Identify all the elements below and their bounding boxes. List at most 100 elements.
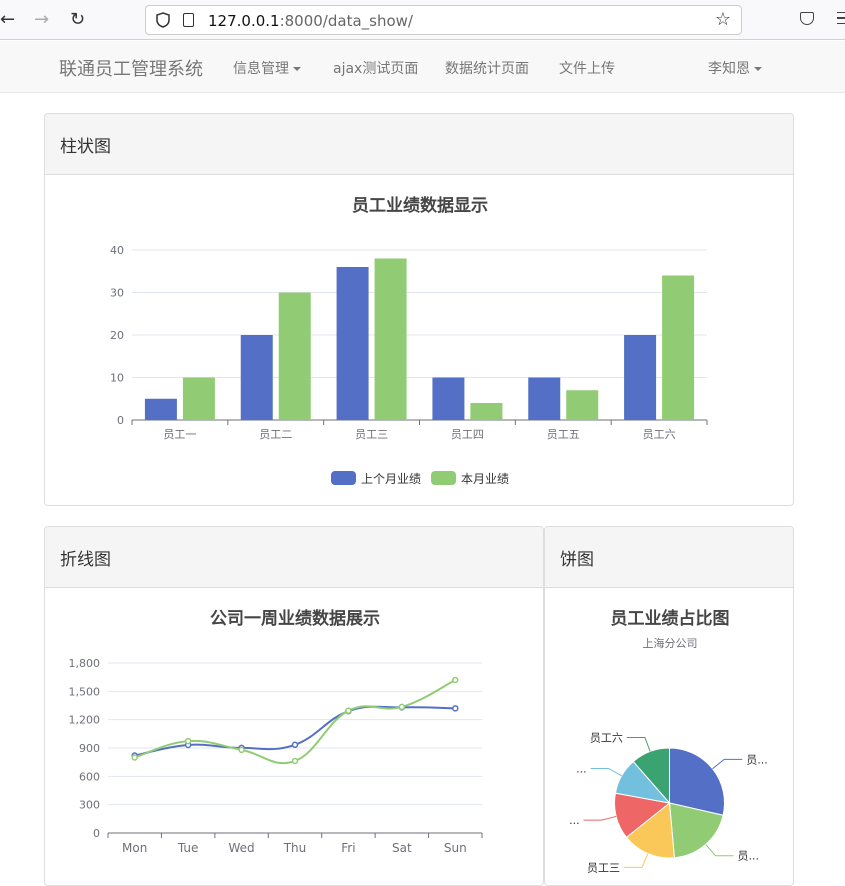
- legend-swatch: [331, 471, 356, 485]
- url-host: 127.0.0.1: [208, 12, 280, 30]
- forward-icon[interactable]: →: [34, 10, 49, 30]
- brand[interactable]: 联通员工管理系统: [59, 55, 203, 81]
- pie-panel-body: 员工业绩占比图 上海分公司 员... 员... 员工三...... 员工六: [545, 588, 793, 885]
- y-tick-label: 300: [79, 799, 100, 812]
- bar-panel-body: 员工业绩数据显示 0 10 20 30 40 员工一 员工二 员工三 员工四 员工五 员工六上个月业绩…: [45, 175, 793, 505]
- data-point: [398, 703, 406, 711]
- label-line: [590, 767, 622, 777]
- x-tick-label: 员工五: [547, 428, 580, 441]
- user-name: 李知恩: [708, 61, 750, 77]
- data-point: [131, 754, 138, 761]
- bar: [336, 267, 369, 420]
- browser-toolbar: ← → ↻ 127.0.0.1:8000/data_show/ ☆: [0, 0, 845, 40]
- slice-label: 员...: [746, 753, 768, 766]
- x-tick-label: 员工二: [259, 428, 292, 441]
- line-chart-panel: 折线图 公司一周业绩数据展示 0 300 600 900 1,200 1,500 1,800 M…: [44, 526, 544, 886]
- x-tick-label: Mon: [122, 841, 147, 855]
- pie-chart: 员工业绩占比图上海分公司员... 员... 员工三...... 员工六: [569, 608, 768, 874]
- y-tick-label: 600: [79, 770, 100, 783]
- slice-label: 员工六: [590, 731, 623, 744]
- caret-down-icon: [293, 67, 301, 71]
- bar: [470, 403, 503, 420]
- line-chart: 公司一周业绩数据展示 0 300 600 900 1,200 1,500 1,800 Mon Tu…: [69, 608, 483, 855]
- x-tick-label: 员工一: [163, 428, 196, 441]
- x-tick-label: Sun: [444, 841, 467, 855]
- data-point: [452, 676, 459, 684]
- data-point: [345, 707, 352, 714]
- reload-icon[interactable]: ↻: [70, 10, 85, 30]
- bar: [528, 377, 561, 420]
- label-line: [583, 815, 617, 821]
- label-line: [626, 736, 651, 752]
- bar: [144, 398, 177, 420]
- caret-down-icon: [754, 67, 762, 71]
- bar: [566, 390, 599, 420]
- data-point: [238, 746, 245, 754]
- y-tick-label: 20: [110, 329, 124, 342]
- bar: [240, 335, 273, 420]
- series-line: [134, 679, 456, 765]
- nav-info-management-label: 信息管理: [233, 61, 289, 77]
- slice-label: 员工三: [587, 861, 620, 874]
- x-tick-label: 员工四: [451, 428, 484, 441]
- pie-panel-heading: 饼图: [545, 527, 793, 588]
- bar: [662, 275, 695, 420]
- navbar: 联通员工管理系统 信息管理 ajax测试页面 数据统计页面 文件上传 李知恩: [0, 41, 845, 93]
- x-tick-label: Sat: [392, 841, 412, 855]
- url-text[interactable]: 127.0.0.1:8000/data_show/: [208, 12, 413, 30]
- bar-panel-heading: 柱状图: [45, 114, 793, 175]
- y-tick-label: 1,200: [69, 714, 101, 727]
- legend-label: 上个月业绩: [361, 472, 421, 486]
- x-tick-label: 员工三: [355, 428, 388, 441]
- menu-icon[interactable]: [837, 12, 845, 24]
- data-point: [291, 757, 299, 765]
- bar: [432, 377, 465, 420]
- y-tick-label: 30: [110, 287, 124, 300]
- label-line: [712, 758, 743, 770]
- label-line: [623, 853, 649, 868]
- url-path: :8000/data_show/: [279, 12, 413, 30]
- slice-label: ...: [576, 762, 587, 775]
- y-tick-label: 900: [79, 742, 100, 755]
- chart-title: 员工业绩数据显示: [352, 195, 488, 216]
- pocket-icon[interactable]: [800, 12, 814, 25]
- x-tick-label: 员工六: [643, 428, 676, 441]
- chart-title: 员工业绩占比图: [611, 608, 730, 629]
- shield-icon[interactable]: [156, 12, 170, 28]
- line-panel-heading: 折线图: [45, 527, 543, 588]
- data-point: [291, 741, 299, 749]
- x-tick-label: Wed: [228, 841, 254, 855]
- y-tick-label: 0: [117, 414, 124, 427]
- nav-file-upload[interactable]: 文件上传: [559, 58, 615, 78]
- y-tick-label: 40: [110, 244, 124, 257]
- y-tick-label: 1,500: [69, 685, 101, 698]
- x-tick-label: Fri: [341, 841, 355, 855]
- nav-user-menu[interactable]: 李知恩: [708, 58, 762, 78]
- bar-chart-panel: 柱状图 员工业绩数据显示 0 10 20 30 40 员工一 员工二 员工三 员工四 员工五 员工六上…: [44, 113, 794, 506]
- line-panel-body: 公司一周业绩数据展示 0 300 600 900 1,200 1,500 1,800 Mon Tu…: [45, 588, 543, 885]
- y-tick-label: 0: [93, 827, 100, 840]
- nav-info-management[interactable]: 信息管理: [233, 58, 301, 78]
- legend-label: 本月业绩: [461, 472, 509, 486]
- y-tick-label: 10: [110, 372, 124, 385]
- data-point: [184, 737, 192, 745]
- chart-title: 公司一周业绩数据展示: [210, 608, 380, 629]
- label-line: [705, 844, 734, 857]
- x-tick-label: Thu: [283, 841, 307, 855]
- slice-label: 员...: [738, 850, 760, 863]
- legend-swatch: [431, 471, 456, 485]
- back-icon[interactable]: ←: [0, 10, 15, 30]
- bar: [624, 335, 657, 420]
- chart-subtitle: 上海分公司: [643, 636, 698, 650]
- star-icon[interactable]: ☆: [715, 9, 731, 30]
- page-icon: [183, 13, 194, 27]
- pie-chart-panel: 饼图 员工业绩占比图 上海分公司 员... 员... 员工三...... 员工六: [544, 526, 794, 886]
- nav-ajax-test[interactable]: ajax测试页面: [333, 58, 418, 78]
- bar: [278, 292, 311, 420]
- bar-chart: 员工业绩数据显示 0 10 20 30 40 员工一 员工二 员工三 员工四 员工五 员工六上个月业绩…: [110, 195, 708, 486]
- bar: [182, 377, 215, 420]
- y-tick-label: 1,800: [69, 657, 101, 670]
- bar: [374, 258, 407, 420]
- nav-data-stats[interactable]: 数据统计页面: [445, 58, 529, 78]
- address-bar[interactable]: 127.0.0.1:8000/data_show/ ☆: [145, 5, 742, 35]
